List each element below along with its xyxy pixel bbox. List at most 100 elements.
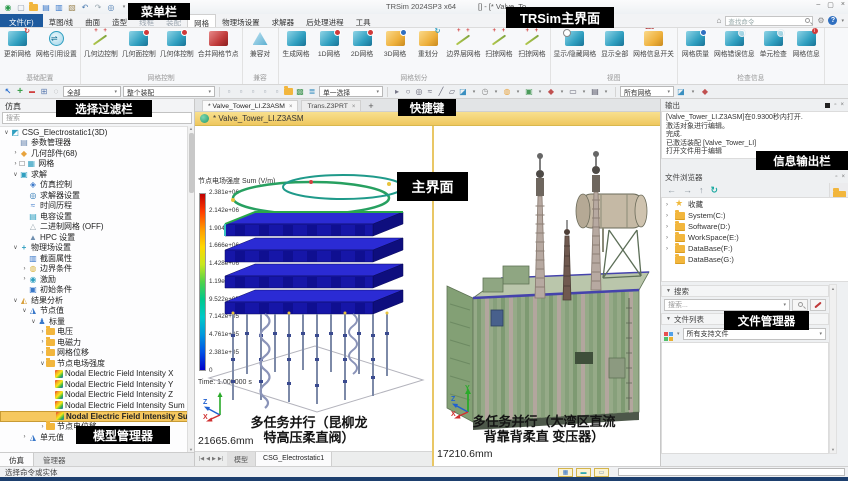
menu-tab[interactable]: 物理场设置 [216, 14, 266, 27]
tree-scrollbar[interactable]: ▲ ▼ [187, 126, 194, 452]
menu-tab[interactable]: 曲面 [79, 14, 106, 27]
search-section-header[interactable]: ▼ 搜索 [661, 285, 829, 297]
tree-expand-arrow[interactable]: › [39, 424, 46, 430]
play-icon[interactable] [392, 86, 402, 97]
tree-item[interactable]: ∨ ☐ 物理场设置 [0, 243, 194, 254]
undo-icon[interactable] [80, 2, 90, 13]
ribbon-button[interactable]: 几何体控制 [158, 28, 196, 58]
ribbon-button[interactable]: 1D网格 [313, 28, 346, 58]
tree-item[interactable]: › ☐ 几何部件(68) [0, 148, 194, 159]
ribbon-button[interactable]: 网格信息 [790, 28, 823, 58]
ribbon-button[interactable]: 网格错误信息 [712, 28, 757, 58]
select-cursor-icon[interactable] [3, 86, 13, 97]
up-icon[interactable]: ↑ [699, 185, 704, 195]
tree-item[interactable]: ☐ 电容设置 [0, 211, 194, 222]
caret-icon[interactable] [491, 86, 501, 97]
ribbon-button[interactable]: 网格引用设置 [34, 28, 79, 58]
tree-item[interactable]: ∨ ☐ 求解 [0, 169, 194, 180]
tree-item[interactable]: › ☐ 电压 [0, 326, 194, 338]
tree-item[interactable]: ☐ 二进制网格 (OFF) [0, 222, 194, 233]
valve-tower-model[interactable] [203, 172, 429, 417]
tree-item[interactable]: ☐ Nodal Electric Field Intensity Sum (Cu… [0, 410, 194, 422]
folder-icon[interactable] [29, 1, 38, 11]
tree-expand-arrow[interactable]: ∨ [12, 244, 19, 251]
sheet-nav-icon[interactable]: ▶ [212, 456, 216, 462]
back-icon[interactable]: ← [667, 185, 676, 195]
tree-item[interactable]: ☐ 仿真控制 [0, 180, 194, 191]
forward-icon[interactable]: → [683, 185, 692, 195]
drive-item[interactable]: › WorkSpace(E:) [662, 231, 848, 243]
close-button[interactable]: × [841, 1, 845, 9]
doc-tab-trans[interactable]: Trans.Z3PRT × [301, 100, 362, 111]
drive-item[interactable]: › Software(D:) [662, 220, 848, 232]
circle-icon[interactable] [403, 86, 413, 97]
ribbon-button[interactable]: 扫掠网格 [516, 28, 549, 58]
toggle-icon[interactable] [224, 86, 234, 97]
remove-icon[interactable] [27, 86, 37, 97]
new-tab-button[interactable]: + [364, 101, 377, 111]
palette-icon[interactable] [502, 86, 512, 97]
tree-item[interactable]: ☐ HPC 设置 [0, 232, 194, 243]
home-icon[interactable]: ⌂ [716, 16, 721, 25]
diamond-icon[interactable] [546, 86, 556, 97]
tree-item[interactable]: › ☐ 激励 [0, 274, 194, 285]
folder-icon[interactable] [284, 86, 293, 95]
minimize-button[interactable]: – [816, 1, 820, 9]
poly-icon[interactable] [447, 86, 457, 97]
chevron-down-icon[interactable]: ▾ [841, 18, 844, 24]
sheet-tab-electrostatic[interactable]: CSG_Electrostatic1 [256, 452, 333, 466]
window-view-icon[interactable]: ▭ [594, 468, 609, 477]
drive-item[interactable]: DataBase(G:) [662, 253, 848, 265]
tree-expand-arrow[interactable]: › [666, 224, 672, 230]
app-logo-icon[interactable] [3, 2, 13, 13]
circle-select-icon[interactable] [51, 86, 61, 97]
caret-icon[interactable] [601, 86, 611, 97]
file-list-area[interactable] [661, 342, 829, 454]
wave-icon[interactable] [425, 86, 435, 97]
image-icon[interactable] [295, 86, 305, 97]
tree-item[interactable]: ∨ ☐ 标量 [0, 316, 194, 327]
tree-item[interactable]: › ☐ 网格位移 [0, 347, 194, 359]
clear-search-button[interactable] [810, 298, 826, 311]
tree-expand-arrow[interactable]: › [666, 246, 672, 252]
mesh-filter-select[interactable]: 所有网格 ▾ [620, 86, 674, 97]
tree-item[interactable]: ☐ 时间历程 [0, 201, 194, 212]
add-icon[interactable] [15, 86, 25, 97]
selection-mode-select[interactable]: 单一选择 ▾ [319, 86, 383, 97]
tree-expand-arrow[interactable]: › [21, 276, 28, 282]
toggle-icon[interactable] [248, 86, 258, 97]
drive-item[interactable]: › 收藏 [662, 198, 848, 210]
tree-item[interactable]: › ☐ 电磁力 [0, 336, 194, 348]
doc-tab-valve-tower[interactable]: * Valve_Tower_LI.Z3ASM × [202, 100, 299, 111]
tree-expand-arrow[interactable]: › [39, 329, 46, 335]
tree-item[interactable]: ∨ ☐ 节点电场强度 [0, 357, 194, 369]
ribbon-button[interactable]: 生成网格 [280, 28, 313, 58]
caret-icon[interactable] [688, 86, 698, 97]
shot-icon[interactable] [524, 86, 534, 97]
window-icon[interactable] [568, 86, 578, 97]
tree-item[interactable]: ☐ Nodal Electric Field Intensity Y [0, 379, 194, 390]
checkbox-icon[interactable]: ☐ [19, 160, 25, 168]
ribbon-button[interactable]: 重划分 [412, 28, 445, 58]
ribbon-button[interactable]: 网格质量 [679, 28, 712, 58]
file-panel-scrollbar[interactable]: ▲ ▼ [829, 284, 837, 454]
tree-item[interactable]: ☐ 初始条件 [0, 285, 194, 296]
record-icon[interactable] [825, 102, 831, 108]
restore-button[interactable]: ▢ [827, 1, 834, 9]
monitor-icon[interactable]: ▬ [576, 468, 591, 477]
tree-expand-arrow[interactable]: ∨ [39, 360, 46, 367]
tree-item[interactable]: ☐ 求解器设置 [0, 190, 194, 201]
tree-expand-arrow[interactable]: › [666, 213, 672, 219]
ribbon-button[interactable]: 网格信息开关 [631, 28, 676, 58]
sheet-nav-icon[interactable]: ▶| [218, 456, 223, 462]
tab-manager[interactable]: 管理器 [34, 453, 75, 466]
search-button[interactable] [792, 298, 808, 311]
tree-item[interactable]: ∨ ☐ 结果分析 [0, 295, 194, 306]
toggle-icon[interactable] [260, 86, 270, 97]
settings-gear-icon[interactable]: ⚙ [817, 16, 824, 25]
ribbon-button[interactable]: 2D网格 [346, 28, 379, 58]
tree-item[interactable]: › ☐ 边界条件 [0, 264, 194, 275]
close-icon[interactable]: × [289, 104, 293, 110]
drive-icon[interactable] [590, 86, 600, 97]
cube-view-icon[interactable] [458, 86, 468, 97]
